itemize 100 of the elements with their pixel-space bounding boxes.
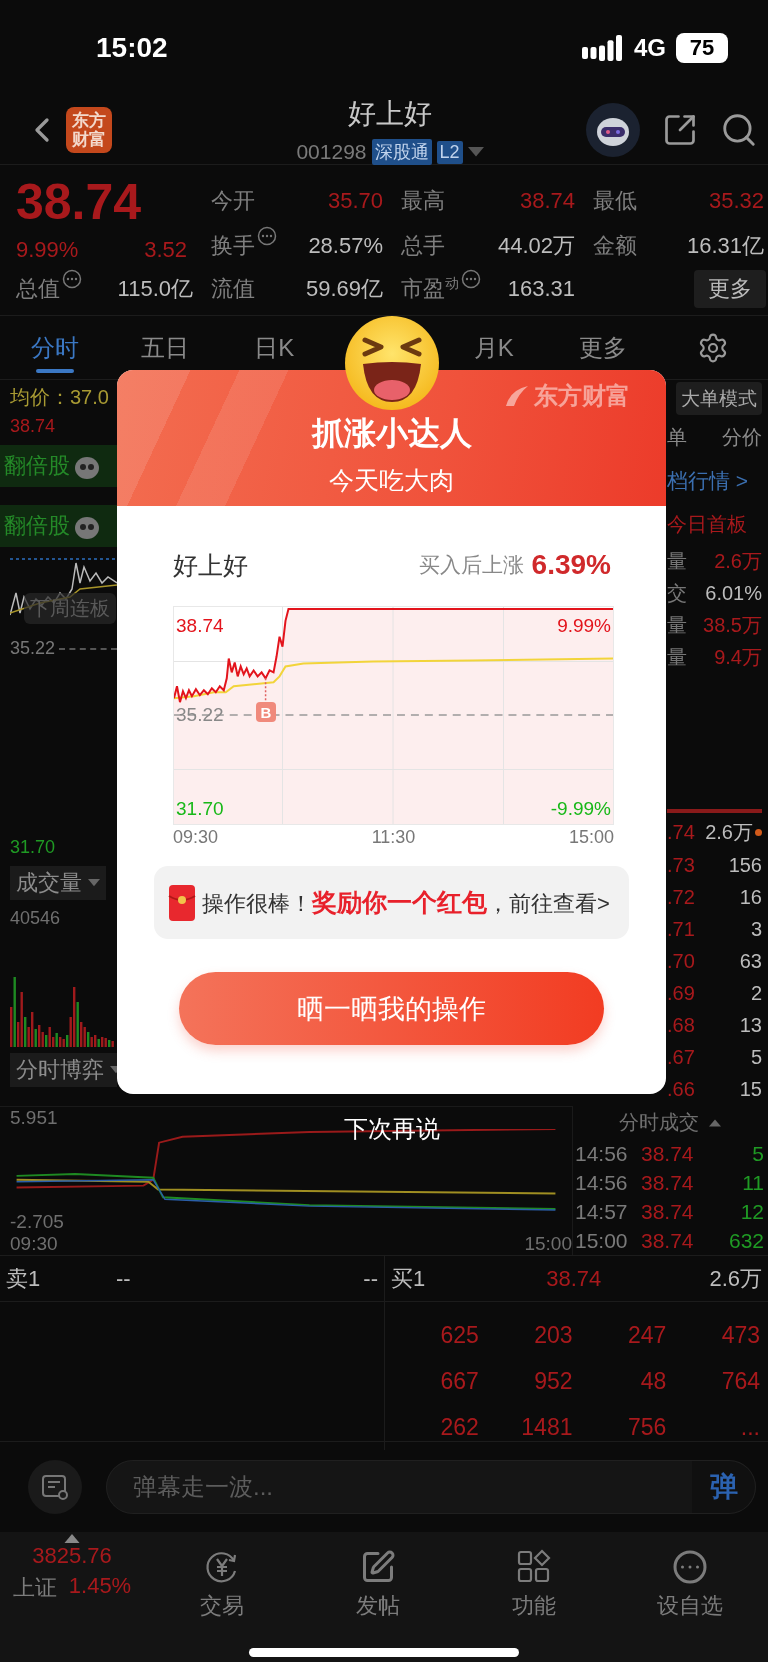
queue-volume: 473	[720, 1321, 760, 1349]
stock-title: 好上好	[348, 97, 432, 131]
stat-label: 交	[667, 581, 687, 607]
search-button[interactable]	[720, 111, 758, 149]
queue-volume: 247	[626, 1321, 667, 1349]
status-time: 15:02	[96, 31, 168, 64]
chart-tab[interactable]: 五日	[109, 316, 220, 379]
nav-item[interactable]: 发帖	[300, 1532, 456, 1632]
more-button[interactable]: 更多	[694, 269, 766, 308]
stock-tag-badge[interactable]: 翻倍股	[0, 445, 117, 487]
dialog-title: 抓涨小达人	[311, 414, 472, 453]
trade-time: 14:57	[575, 1199, 629, 1224]
price-axis-label: 31.70	[10, 837, 57, 858]
share-button[interactable]: 晒一晒我的操作	[179, 972, 604, 1045]
column-header[interactable]: 单	[667, 424, 687, 451]
envelope-icon	[168, 883, 196, 922]
stock-tag-badge[interactable]: 翻倍股	[0, 505, 117, 547]
leader-line	[264, 677, 267, 703]
queue-volume: ...	[739, 1413, 760, 1441]
time-label: 15:00	[524, 1233, 572, 1255]
info-icon[interactable]	[62, 269, 82, 289]
book-volume: 15	[739, 1078, 762, 1102]
indicator-dropdown[interactable]: 成交量	[10, 866, 106, 900]
trade-time: 14:56	[575, 1142, 629, 1167]
bid-label: 买1	[391, 1264, 427, 1293]
reward-message: 操作很棒！奖励你一个红包，前往查看>	[202, 887, 610, 918]
stat-value: 16.31亿	[686, 231, 764, 260]
chart-tab[interactable]: 月K	[438, 316, 549, 379]
stock-code: 001298	[296, 140, 367, 164]
share-button[interactable]	[662, 112, 698, 148]
info-icon[interactable]	[461, 269, 481, 289]
price-axis-label: 38.74	[176, 615, 224, 637]
queue-volume: 203	[533, 1321, 573, 1349]
queue-volume: 756	[626, 1413, 667, 1441]
queue-volume: 625	[439, 1321, 479, 1349]
book-volume: 13	[739, 1014, 762, 1038]
level-quote-link[interactable]: 档行情 >	[667, 459, 762, 503]
queue-volume: 262	[439, 1413, 479, 1441]
chart-tab[interactable]: 日K	[219, 316, 330, 379]
book-price: .72	[667, 885, 695, 909]
stat-value: 44.02万	[497, 231, 575, 260]
stat-value: 35.32	[708, 187, 764, 214]
chart-tab[interactable]: 更多	[548, 316, 659, 379]
indicator-dropdown[interactable]: 分时博弈	[10, 1053, 117, 1087]
percent-axis-label: 9.99%	[557, 615, 611, 637]
hint-label: 下周连板	[24, 593, 116, 624]
book-volume: 63	[739, 950, 762, 973]
stat-label: 流值	[211, 274, 255, 303]
buy-marker: B	[256, 702, 276, 722]
gain-label: 买入后上涨	[418, 552, 524, 578]
app-logo: 东方 财富	[66, 107, 112, 153]
time-label: 09:30	[173, 827, 219, 848]
book-price: .68	[667, 1014, 695, 1038]
queue-volume: 952	[533, 1367, 573, 1395]
nav-item[interactable]: 设自选	[612, 1532, 768, 1632]
robot-avatar-icon[interactable]	[586, 103, 640, 157]
trade-price: 38.74	[641, 1228, 695, 1253]
price-axis-label: 38.74	[10, 416, 57, 437]
book-volume: 2	[750, 982, 762, 1006]
book-price: .67	[667, 1046, 695, 1070]
stat-label: 量	[667, 645, 687, 671]
stat-label: 量	[667, 549, 687, 575]
up-triangle-icon	[64, 1534, 80, 1543]
board-tag: 今日首板	[667, 510, 747, 538]
bid-price: 38.74	[545, 1265, 603, 1292]
price-axis-label: 35.22	[176, 704, 224, 726]
reward-banner[interactable]: 操作很棒！奖励你一个红包，前往查看>	[154, 866, 629, 939]
stat-label: 金额	[593, 231, 637, 260]
mode-button[interactable]: 大单模式	[676, 382, 762, 416]
battery-level: 75	[676, 32, 728, 63]
change-amount: 3.52	[144, 237, 187, 263]
queue-volume: 667	[439, 1367, 479, 1395]
ask-label: 卖1	[6, 1264, 42, 1293]
time-label: 15:00	[568, 827, 614, 848]
volume-axis-label: 40546	[10, 908, 62, 929]
more-icon	[672, 1548, 708, 1585]
caret-icon	[467, 147, 484, 157]
section-title: 分时成交	[618, 1110, 699, 1136]
bid-volume: 2.6万	[708, 1264, 762, 1293]
trade-volume: 12	[740, 1199, 764, 1224]
trade-time: 14:56	[575, 1171, 629, 1195]
price-axis-label: 31.70	[176, 798, 224, 820]
market-tag: 深股通	[371, 139, 432, 165]
index-value: 3825.76	[32, 1543, 112, 1569]
stat-value: 38.74	[519, 187, 575, 214]
trade-price: 38.74	[641, 1199, 695, 1224]
caret-icon	[88, 879, 100, 887]
trade-price: 38.74	[641, 1171, 695, 1195]
stat-value: 59.69亿	[305, 274, 383, 303]
trade-time: 15:00	[575, 1228, 629, 1253]
axis-label: 5.951	[10, 1107, 58, 1129]
brand-name: 东方财富	[534, 381, 630, 411]
stat-value: 35.70	[327, 187, 383, 214]
column-header[interactable]: 分价	[722, 424, 762, 451]
trade-price: 38.74	[641, 1142, 695, 1167]
nav-item[interactable]: 功能	[456, 1532, 612, 1632]
info-icon[interactable]	[257, 226, 277, 246]
chart-tab[interactable]: 分时	[0, 316, 110, 379]
percent-axis-label: -9.99%	[550, 798, 611, 820]
nav-item[interactable]: 交易	[144, 1532, 300, 1632]
